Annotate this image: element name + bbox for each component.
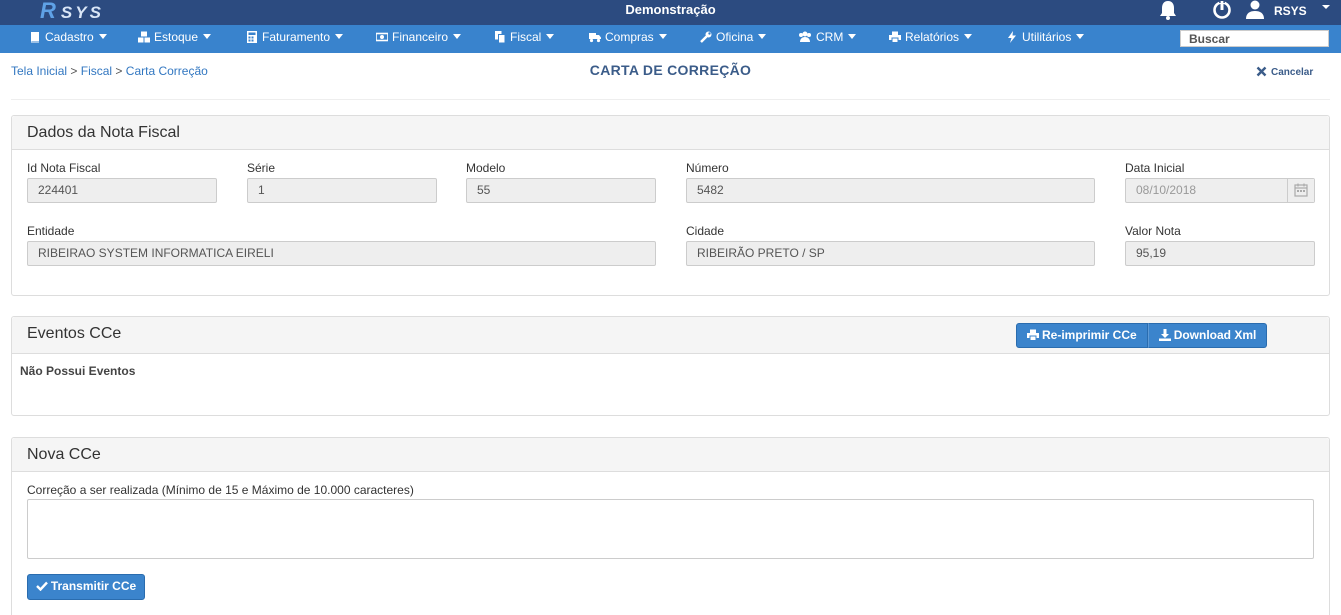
data-field[interactable]: 08/10/2018 (1125, 178, 1315, 203)
caret-down-icon (335, 34, 344, 39)
files-icon (495, 31, 506, 43)
nova-cce-panel: Nova CCe Correção a ser realizada (Mínim… (11, 437, 1330, 615)
page-title: CARTA DE CORREÇÃO (589, 62, 752, 78)
panel-header: Eventos CCe Re-imprimir CCe Download Xml (12, 317, 1329, 354)
entidade-label: Entidade (27, 224, 75, 238)
serie-label: Série (247, 161, 276, 175)
bell-icon[interactable] (1157, 0, 1179, 20)
menu-relatorios[interactable]: Relatórios (889, 25, 973, 53)
user-icon[interactable] (1245, 0, 1265, 20)
cancel-button[interactable]: Cancelar (1256, 66, 1313, 78)
power-icon[interactable] (1211, 0, 1233, 20)
cubes-icon (138, 31, 150, 43)
calendar-icon (1294, 183, 1308, 197)
menu-financeiro[interactable]: Financeiro (376, 25, 462, 53)
menu-estoque[interactable]: Estoque (138, 25, 212, 53)
download-xml-button[interactable]: Download Xml (1147, 323, 1268, 348)
app-title: Demonstração (625, 2, 716, 17)
panel-title: Eventos CCe (27, 325, 122, 342)
numero-field[interactable]: 5482 (686, 178, 1095, 203)
user-name[interactable]: RSYS (1274, 4, 1307, 18)
valor-label: Valor Nota (1125, 224, 1181, 238)
transmit-button[interactable]: Transmitir CCe (27, 574, 145, 600)
caret-down-icon (758, 34, 767, 39)
panel-header: Nova CCe (12, 438, 1329, 472)
menu-faturamento[interactable]: Faturamento (246, 25, 344, 53)
serie-field[interactable]: 1 (247, 178, 437, 203)
menu-compras[interactable]: Compras (589, 25, 667, 53)
panel-title: Dados da Nota Fiscal (27, 124, 180, 141)
caret-down-icon[interactable] (1321, 3, 1331, 11)
book-icon (31, 32, 39, 43)
close-icon (1256, 66, 1267, 77)
caret-down-icon (453, 34, 462, 39)
modelo-label: Modelo (466, 161, 506, 175)
numero-label: Número (686, 161, 729, 175)
main-menu: Cadastro Estoque Faturamento Financeiro … (0, 25, 1341, 53)
entidade-field[interactable]: RIBEIRAO SYSTEM INFORMATICA EIRELI (27, 241, 656, 266)
bolt-icon (1008, 31, 1016, 43)
divider (11, 99, 1330, 100)
modelo-field[interactable]: 55 (466, 178, 656, 203)
caret-down-icon (848, 34, 857, 39)
caret-down-icon (1076, 34, 1085, 39)
id-field[interactable]: 224401 (27, 178, 217, 203)
search-input[interactable] (1180, 30, 1329, 47)
caret-down-icon (203, 34, 212, 39)
reprint-button[interactable]: Re-imprimir CCe (1016, 323, 1148, 348)
panel-title: Nova CCe (27, 446, 101, 463)
id-label: Id Nota Fiscal (27, 161, 101, 175)
valor-field[interactable]: 95,19 (1125, 241, 1315, 266)
correcao-textarea[interactable] (27, 499, 1314, 559)
print-icon (1027, 329, 1039, 341)
correcao-label: Correção a ser realizada (Mínimo de 15 e… (27, 483, 414, 497)
menu-utilitarios[interactable]: Utilitários (1006, 25, 1085, 53)
cidade-label: Cidade (686, 224, 725, 238)
caret-down-icon (98, 34, 107, 39)
eventos-panel: Eventos CCe Re-imprimir CCe Download Xml… (11, 316, 1330, 416)
users-icon (799, 31, 811, 42)
eventos-actions: Re-imprimir CCe Download Xml (1016, 323, 1268, 348)
empty-events-text: Não Possui Eventos (20, 364, 136, 378)
menu-oficina[interactable]: Oficina (700, 25, 767, 53)
print-icon (889, 31, 901, 43)
data-label: Data Inicial (1125, 161, 1185, 175)
calendar-button[interactable] (1287, 179, 1314, 202)
panel-header: Dados da Nota Fiscal (12, 116, 1329, 150)
wrench-icon (700, 31, 712, 43)
cidade-field[interactable]: RIBEIRÃO PRETO / SP (686, 241, 1095, 266)
top-bar: R SYS Demonstração RSYS (0, 0, 1341, 25)
nota-fiscal-panel: Dados da Nota Fiscal Id Nota Fiscal 2244… (11, 115, 1330, 296)
menu-crm[interactable]: CRM (798, 25, 857, 53)
truck-icon (589, 33, 601, 43)
caret-down-icon (658, 34, 667, 39)
caret-down-icon (964, 34, 973, 39)
caret-down-icon (546, 34, 555, 39)
check-icon (35, 581, 48, 592)
calculator-icon (247, 31, 257, 43)
download-icon (1158, 329, 1171, 341)
money-icon (376, 32, 388, 42)
menu-cadastro[interactable]: Cadastro (29, 25, 107, 53)
menu-fiscal[interactable]: Fiscal (494, 25, 555, 53)
